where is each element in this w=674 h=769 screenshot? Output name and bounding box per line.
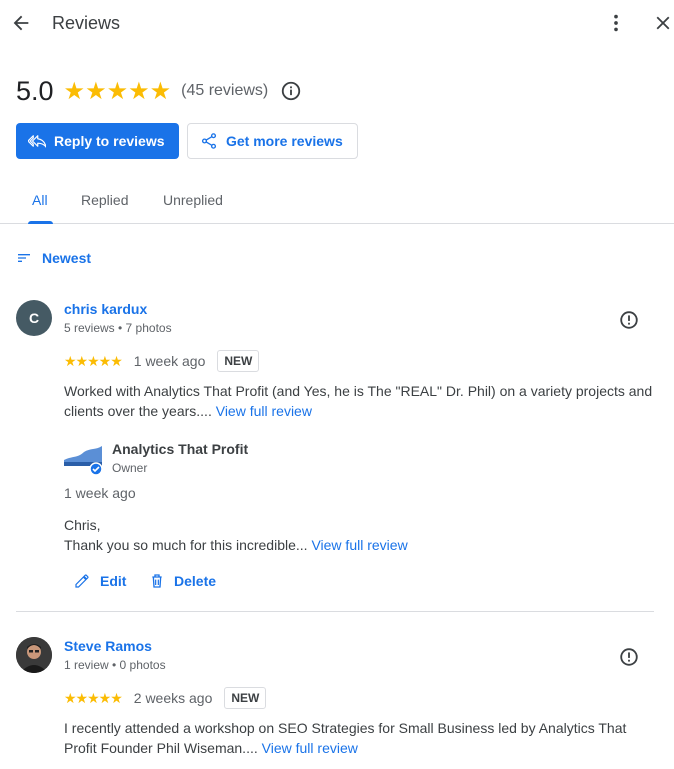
tab-unreplied[interactable]: Unreplied xyxy=(163,192,223,208)
profile-photo xyxy=(16,637,52,673)
close-icon[interactable] xyxy=(652,12,674,34)
business-logo-icon xyxy=(64,446,102,476)
view-full-review-link[interactable]: View full review xyxy=(262,740,358,756)
reply-to-reviews-button[interactable]: Reply to reviews xyxy=(16,123,179,159)
tab-replied[interactable]: Replied xyxy=(81,192,128,208)
review-tabs: All Replied Unreplied xyxy=(0,180,674,224)
review-text: Worked with Analytics That Profit (and Y… xyxy=(64,381,654,421)
report-icon[interactable] xyxy=(618,309,640,331)
page-title: Reviews xyxy=(52,13,121,33)
reply-text: Chris, Thank you so much for this incred… xyxy=(64,515,644,555)
view-full-review-link[interactable]: View full review xyxy=(216,403,312,419)
edit-label: Edit xyxy=(100,573,127,589)
get-more-reviews-label: Get more reviews xyxy=(226,133,343,149)
review-stars: ★★★★★ xyxy=(64,689,123,706)
reply-view-full-review-link[interactable]: View full review xyxy=(311,537,407,553)
back-arrow-icon[interactable] xyxy=(10,12,32,34)
reviewer-meta: 1 review • 0 photos xyxy=(64,658,166,672)
review-stars: ★★★★★ xyxy=(64,352,123,369)
review-rating-row: ★★★★★ 2 weeks ago NEW xyxy=(64,686,267,710)
get-more-reviews-button[interactable]: Get more reviews xyxy=(187,123,358,159)
divider xyxy=(16,611,654,612)
review-body: Worked with Analytics That Profit (and Y… xyxy=(64,383,653,419)
reply-body: Thank you so much for this incredible... xyxy=(64,537,308,553)
delete-icon xyxy=(152,574,162,588)
share-icon xyxy=(201,133,217,149)
header: Reviews xyxy=(0,0,674,48)
reviewer-name[interactable]: Steve Ramos xyxy=(64,638,152,654)
reply-date: 1 week ago xyxy=(64,485,136,501)
review-date: 2 weeks ago xyxy=(133,690,213,706)
rating-summary: 5.0 ★★★★★ (45 reviews) xyxy=(16,74,302,108)
reply-all-icon xyxy=(28,135,46,148)
reviewer-meta: 5 reviews • 7 photos xyxy=(64,321,172,335)
review-date: 1 week ago xyxy=(133,353,206,369)
owner-role: Owner xyxy=(112,461,148,475)
new-badge: NEW xyxy=(217,350,260,372)
tab-all[interactable]: All xyxy=(32,192,48,208)
owner-name: Analytics That Profit xyxy=(112,441,249,457)
edit-reply-button[interactable]: Edit xyxy=(74,573,126,589)
report-icon[interactable] xyxy=(618,646,640,668)
more-vert-icon[interactable] xyxy=(605,12,627,34)
review-rating-row: ★★★★★ 1 week ago NEW xyxy=(64,349,260,373)
active-tab-indicator xyxy=(28,221,53,224)
sort-button[interactable]: Newest xyxy=(16,250,91,266)
reviewer-name[interactable]: chris kardux xyxy=(64,301,147,317)
delete-label: Delete xyxy=(174,573,217,589)
info-icon[interactable] xyxy=(280,80,302,102)
reply-to-reviews-label: Reply to reviews xyxy=(54,133,165,149)
reply-greeting: Chris, xyxy=(64,517,101,533)
review-text: I recently attended a workshop on SEO St… xyxy=(64,718,654,758)
sort-icon xyxy=(18,254,30,262)
new-badge: NEW xyxy=(224,687,267,709)
edit-icon xyxy=(75,574,89,588)
delete-reply-button[interactable]: Delete xyxy=(150,573,216,589)
review-count: (45 reviews) xyxy=(181,82,269,99)
overall-rating: 5.0 xyxy=(16,75,54,106)
avatar[interactable] xyxy=(16,637,52,673)
avatar[interactable]: C xyxy=(16,300,52,336)
overall-stars: ★★★★★ xyxy=(63,77,172,105)
sort-label: Newest xyxy=(42,250,92,266)
